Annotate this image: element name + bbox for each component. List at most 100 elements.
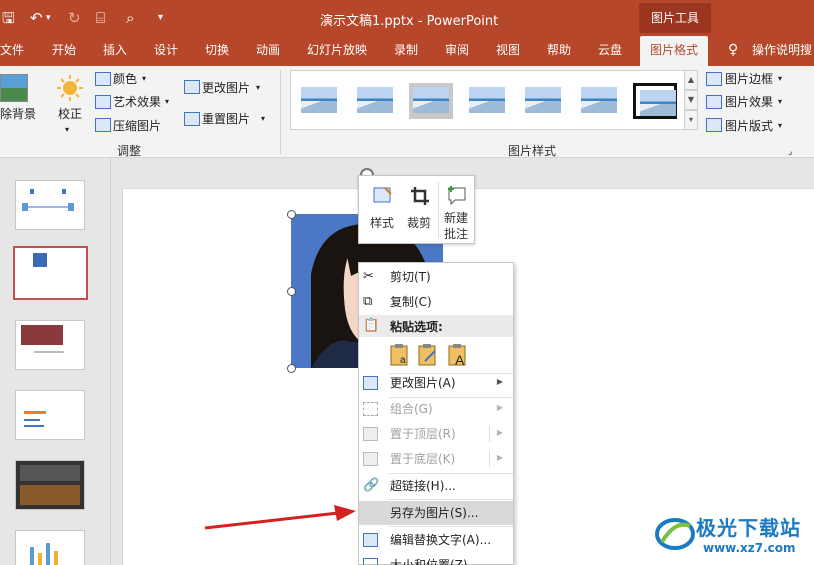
crop-icon [411, 187, 429, 205]
new-comment-icon [448, 186, 466, 206]
slide-thumbnail-6[interactable] [15, 530, 85, 565]
gallery-more[interactable]: ▾ [684, 110, 698, 130]
change-picture-dropdown-icon[interactable]: ▾ [256, 80, 260, 96]
thumbnail-photo [21, 325, 63, 345]
change-picture-button[interactable]: 更改图片 [202, 80, 250, 96]
ribbon-panel: 除背景 校正 ▾ 颜色 ▾ 艺术效果 ▾ 压缩图片 更改图片 ▾ 重置图片 ▾ … [0, 66, 814, 158]
menu-item-cut-label: 剪切(T) [390, 270, 431, 284]
menu-item-cut[interactable]: ✂ 剪切(T) [359, 265, 513, 289]
tab-slideshow[interactable]: 幻灯片放映 [307, 36, 367, 66]
menu-item-copy-label: 复制(C) [390, 295, 432, 309]
tab-view[interactable]: 视图 [496, 36, 520, 66]
mini-style-label: 样式 [369, 216, 394, 230]
menu-separator [389, 499, 513, 500]
gallery-scroll-up[interactable]: ▲ [684, 70, 698, 90]
tab-help[interactable]: 帮助 [547, 36, 571, 66]
mini-toolbar: 样式 裁剪 新建 批注 [358, 175, 475, 244]
reset-picture-dropdown-icon[interactable]: ▾ [261, 111, 265, 127]
picture-border-button[interactable]: 图片边框 [725, 71, 773, 87]
group-icon [363, 402, 378, 416]
thumbnail-text-line [34, 351, 64, 353]
menu-item-hyperlink-label: 超链接(H)... [390, 479, 456, 493]
tab-design[interactable]: 设计 [154, 36, 178, 66]
menu-item-copy[interactable]: ⧉ 复制(C) [359, 290, 513, 314]
svg-text:a: a [400, 355, 406, 366]
picture-border-dropdown-icon[interactable]: ▾ [778, 71, 782, 87]
reset-picture-button[interactable]: 重置图片 [202, 111, 250, 127]
tab-picture-format[interactable]: 图片格式 [640, 36, 709, 66]
resize-handle-middle-left[interactable] [287, 287, 296, 296]
submenu-arrow-icon: ▶ [496, 453, 503, 462]
bring-front-icon [363, 427, 378, 441]
tab-transitions[interactable]: 切换 [205, 36, 229, 66]
paste-picture-icon[interactable] [417, 343, 439, 367]
remove-background-button[interactable]: 除背景 [0, 106, 36, 122]
color-icon [95, 72, 111, 86]
picture-style-2[interactable] [353, 83, 397, 119]
mini-new-comment-button[interactable]: 新建 批注 [439, 182, 473, 241]
menu-item-save-as-picture[interactable]: 另存为图片(S)... [359, 501, 513, 525]
tab-animations[interactable]: 动画 [256, 36, 280, 66]
picture-tools-context-label: 图片工具 [639, 3, 711, 33]
picture-style-5[interactable] [521, 83, 565, 119]
gallery-scroll-down[interactable]: ▼ [684, 90, 698, 110]
slide-thumbnail-1[interactable] [15, 180, 85, 230]
color-button[interactable]: 颜色 [113, 71, 137, 87]
print-preview-icon[interactable]: ⌕ [126, 9, 134, 27]
undo-dropdown-icon[interactable]: ▾ [46, 9, 51, 27]
menu-item-change-picture[interactable]: 更改图片(A) ▶ [359, 371, 513, 395]
picture-layout-dropdown-icon[interactable]: ▾ [778, 118, 782, 134]
picture-effects-button[interactable]: 图片效果 [725, 94, 773, 110]
tell-me-search[interactable]: 操作说明搜 [752, 36, 812, 66]
compress-pictures-icon [95, 118, 111, 132]
thumbnail-photo [20, 465, 80, 481]
submenu-arrow-icon: ▶ [496, 377, 503, 386]
resize-handle-bottom-left[interactable] [287, 364, 296, 373]
slide-thumbnail-3[interactable] [15, 320, 85, 370]
mini-new-comment-label-1: 新建 [443, 211, 468, 225]
artistic-effects-icon [95, 95, 111, 109]
tab-home[interactable]: 开始 [52, 36, 76, 66]
present-from-start-icon[interactable]: ⌸ [96, 9, 105, 27]
style-brush-icon [373, 187, 392, 203]
picture-effects-dropdown-icon[interactable]: ▾ [778, 94, 782, 110]
menu-item-size-position[interactable]: 大小和位置(Z)... [359, 553, 513, 565]
slide-thumbnail-2[interactable] [13, 246, 88, 300]
picture-style-3[interactable] [409, 83, 453, 119]
artistic-effects-dropdown-icon[interactable]: ▾ [165, 94, 169, 110]
tab-review[interactable]: 审阅 [445, 36, 469, 66]
tab-insert[interactable]: 插入 [103, 36, 127, 66]
slide-thumbnail-5[interactable] [15, 460, 85, 510]
tab-cloud[interactable]: 云盘 [598, 36, 622, 66]
menu-item-hyperlink[interactable]: 🔗 超链接(H)... [359, 474, 513, 498]
resize-handle-top-left[interactable] [287, 210, 296, 219]
mini-style-button[interactable]: 样式 [365, 182, 399, 240]
artistic-effects-button[interactable]: 艺术效果 [113, 94, 161, 110]
color-dropdown-icon[interactable]: ▾ [142, 71, 146, 87]
save-icon[interactable]: 🖫 [2, 9, 15, 27]
tab-record[interactable]: 录制 [394, 36, 418, 66]
tab-file[interactable]: 文件 [0, 36, 24, 66]
picture-style-1[interactable] [297, 83, 341, 119]
slide-thumbnail-pane [0, 158, 110, 565]
picture-layout-button[interactable]: 图片版式 [725, 118, 773, 134]
menu-item-group-label: 组合(G) [390, 402, 433, 416]
menu-item-edit-alt-text[interactable]: 编辑替换文字(A)... [359, 528, 513, 552]
customize-qat-icon[interactable]: ▾ [158, 9, 163, 27]
menu-item-size-position-label: 大小和位置(Z)... [390, 558, 480, 565]
undo-icon[interactable]: ↶ [30, 9, 43, 27]
submenu-arrow-icon: ▶ [496, 403, 503, 412]
mini-crop-button[interactable]: 裁剪 [402, 182, 436, 240]
pane-divider[interactable] [110, 158, 111, 565]
slide-thumbnail-4[interactable] [15, 390, 85, 440]
corrections-dropdown-icon[interactable]: ▾ [65, 122, 69, 138]
paste-text-only-icon[interactable]: A [447, 343, 469, 368]
scissors-icon: ✂ [363, 269, 374, 284]
picture-style-6[interactable] [577, 83, 621, 119]
paste-keep-source-icon[interactable]: a [389, 343, 411, 367]
corrections-button[interactable]: 校正 [58, 106, 82, 122]
picture-style-7[interactable] [633, 83, 677, 119]
picture-style-4[interactable] [465, 83, 509, 119]
picture-layout-icon [706, 118, 722, 132]
compress-pictures-button[interactable]: 压缩图片 [113, 118, 161, 134]
